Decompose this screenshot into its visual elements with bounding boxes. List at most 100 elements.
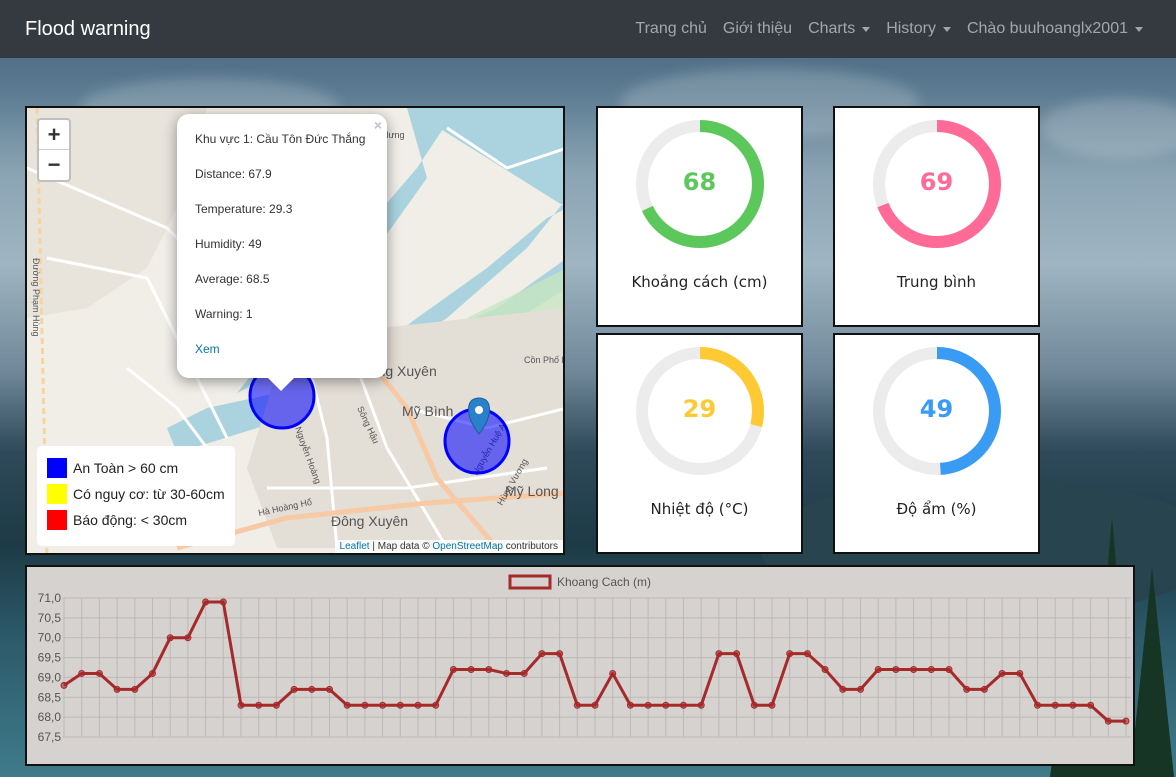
data-point[interactable] [1069,701,1077,709]
data-point[interactable] [131,685,139,693]
data-point[interactable] [503,669,510,677]
data-point[interactable] [272,701,280,709]
legend-label: An Toàn > 60 cm [73,460,179,476]
data-point[interactable] [821,665,829,673]
data-point[interactable] [786,650,794,658]
nav-item-user[interactable]: Chào buuhoanglx2001 [959,20,1151,38]
data-point[interactable] [573,701,581,709]
nav-item-about[interactable]: Giới thiệu [715,20,800,38]
data-point[interactable] [396,701,404,709]
attribution-text: | Map data © [369,541,433,552]
data-point[interactable] [662,701,670,709]
y-tick-label: 71,0 [38,591,62,605]
nav-item-charts[interactable]: Charts [800,20,878,38]
data-point[interactable] [184,634,192,642]
data-point[interactable] [892,665,900,673]
data-point[interactable] [361,701,369,709]
data-point[interactable] [202,598,210,606]
data-point[interactable] [768,701,776,709]
y-tick-label: 70,0 [38,631,62,645]
data-point[interactable] [1087,701,1095,709]
gauge-value: 68 [682,168,717,196]
y-tick-label: 68,0 [38,710,62,724]
data-point[interactable] [113,685,121,693]
data-point[interactable] [379,701,387,709]
data-point[interactable] [95,669,103,677]
data-point[interactable] [697,701,705,709]
popup-distance: Distance: 67.9 [195,167,272,181]
legend-label[interactable]: Khoang Cach (m) [557,575,651,589]
legend-swatch[interactable] [508,574,552,590]
map-view[interactable]: Hưng Long Xuyên Mỹ Bình Mỹ Long Đông Xuyên Cồ… [25,106,565,555]
data-point[interactable] [644,701,652,709]
data-point[interactable] [910,665,918,673]
data-point[interactable] [733,650,741,658]
data-point[interactable] [803,650,811,658]
osm-link[interactable]: OpenStreetMap [432,541,503,552]
data-point[interactable] [520,669,528,677]
data-point[interactable] [927,665,935,673]
leaflet-link[interactable]: Leaflet [340,541,370,552]
popup-view-link[interactable]: Xem [195,342,369,356]
gauge-label: Trung bình [896,273,977,291]
popup-average: Average: 68.5 [195,272,270,286]
zoom-out-button[interactable]: − [39,150,69,180]
data-point[interactable] [1122,717,1130,725]
close-icon[interactable]: × [374,117,382,133]
data-point[interactable] [290,685,298,693]
data-point[interactable] [857,685,864,693]
data-point[interactable] [237,701,245,709]
data-point[interactable] [78,669,86,677]
data-point[interactable] [485,665,493,673]
map-place-label: Mỹ Bình [402,403,453,419]
data-point[interactable] [945,665,953,673]
nav-item-home[interactable]: Trang chủ [627,20,714,38]
popup-warning: Warning: 1 [195,307,253,321]
data-point[interactable] [609,669,617,677]
station-popup: × Khu vực 1: Cầu Tôn Đức Thắng Distance:… [177,114,387,378]
data-point[interactable] [980,685,988,693]
data-point[interactable] [874,665,882,673]
gauge-value: 29 [682,395,717,423]
data-point[interactable] [467,665,475,673]
data-point[interactable] [1016,669,1024,677]
gauge-label: Độ ẩm (%) [896,500,977,518]
data-point[interactable] [998,669,1006,677]
brand-title[interactable]: Flood warning [25,18,151,41]
data-point[interactable] [1034,701,1041,709]
data-point[interactable] [591,701,599,709]
data-point[interactable] [750,701,758,709]
data-point[interactable] [149,669,156,677]
data-point[interactable] [166,634,174,642]
data-point[interactable] [963,685,971,693]
data-point[interactable] [680,701,687,709]
data-point[interactable] [1051,701,1059,709]
legend-label: Có nguy cơ: từ 30-60cm [73,486,225,502]
zoom-in-button[interactable]: + [39,120,69,150]
data-point[interactable] [60,681,68,689]
legend-item-safe: An Toàn > 60 cm [47,455,225,481]
data-point[interactable] [449,665,457,673]
data-point[interactable] [326,685,333,693]
data-point[interactable] [343,701,351,709]
data-point[interactable] [219,598,227,606]
data-point[interactable] [538,650,546,658]
data-point[interactable] [556,650,564,658]
data-point[interactable] [1104,717,1112,725]
data-point[interactable] [308,685,316,693]
data-point[interactable] [432,701,440,709]
chevron-down-icon [862,26,871,32]
y-tick-label: 70,5 [38,611,62,625]
nav-menu: Trang chủ Giới thiệu Charts History Chào… [627,20,1151,38]
nav-item-label: Chào buuhoanglx2001 [966,20,1128,37]
gauge-average: 69 Trung bình [833,106,1040,327]
data-point[interactable] [414,701,422,709]
gauge-value: 49 [919,395,954,423]
data-point[interactable] [715,650,723,658]
data-point[interactable] [839,685,847,693]
y-tick-label: 68,5 [38,690,62,704]
data-point[interactable] [626,701,634,709]
distance-line-chart: 71,0 70,5 70,0 69,5 69,0 68,5 68,0 67,5 Khoang C… [25,565,1135,766]
nav-item-history[interactable]: History [878,20,959,38]
data-point[interactable] [255,701,263,709]
